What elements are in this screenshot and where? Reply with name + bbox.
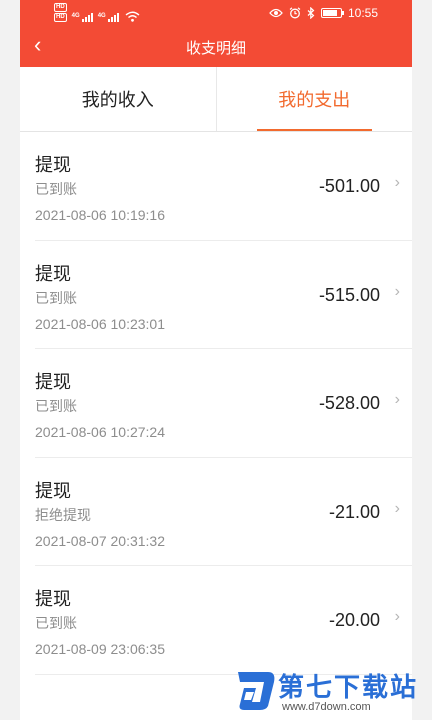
- transaction-status: 已到账: [35, 398, 77, 414]
- hd-badge: HD: [54, 13, 67, 22]
- transaction-row[interactable]: 提现 已到账 2021-08-06 10:23:01 -515.00 ›: [35, 241, 412, 349]
- battery-level: [322, 10, 337, 16]
- transaction-title: 提现: [35, 372, 71, 392]
- chevron-right-icon: ›: [394, 391, 400, 408]
- cell-signal-icon: 4G: [98, 13, 119, 22]
- transaction-amount: -20.00: [328, 610, 380, 630]
- watermark: 第七下载站 www.d7down.com: [234, 666, 424, 716]
- transaction-amount: -501.00: [318, 176, 380, 196]
- tab-expense[interactable]: 我的支出: [215, 67, 413, 131]
- alarm-icon: [289, 7, 301, 19]
- signal-indicators: HD HD 4G 4G: [54, 3, 140, 22]
- watermark-site-name: 第七下载站: [278, 672, 419, 702]
- hd-badges: HD HD: [54, 3, 67, 22]
- transaction-row[interactable]: 提现 已到账 2021-08-06 10:19:16 -501.00 ›: [35, 132, 412, 241]
- transaction-list: 提现 已到账 2021-08-06 10:19:16 -501.00 › 提现 …: [20, 132, 412, 675]
- app-screen: HD HD 4G 4G 10:55 ‹ 收支明细 我的收入 我的支出 提现 已到…: [20, 0, 412, 720]
- transaction-amount: -21.00: [328, 501, 380, 522]
- wifi-icon: [125, 11, 140, 22]
- cell-signal-icon: 4G: [72, 13, 93, 22]
- transaction-amount: -515.00: [318, 284, 380, 305]
- transaction-status: 已到账: [35, 615, 77, 631]
- transaction-row[interactable]: 提现 已到账 2021-08-09 23:06:35 -20.00 ›: [35, 566, 412, 675]
- chevron-right-icon: ›: [394, 174, 400, 191]
- network-type-label: 4G: [97, 13, 106, 19]
- bluetooth-icon: [307, 7, 315, 19]
- tab-bar: 我的收入 我的支出: [20, 67, 412, 132]
- transaction-amount: -528.00: [318, 393, 380, 413]
- transaction-status: 已到账: [35, 181, 77, 197]
- status-bar: HD HD 4G 4G 10:55: [20, 0, 412, 26]
- transaction-time: 2021-08-07 20:31:32: [35, 532, 165, 549]
- transaction-status: 已到账: [35, 289, 77, 306]
- clock: 10:55: [347, 6, 378, 20]
- app-header: HD HD 4G 4G 10:55 ‹ 收支明细: [20, 0, 412, 67]
- transaction-time: 2021-08-09 23:06:35: [35, 641, 165, 657]
- watermark-logo-icon: [238, 672, 275, 710]
- transaction-status: 拒绝提现: [35, 506, 91, 523]
- transaction-row[interactable]: 提现 已到账 2021-08-06 10:27:24 -528.00 ›: [35, 349, 412, 458]
- tab-income[interactable]: 我的收入: [20, 67, 216, 131]
- transaction-title: 提现: [35, 480, 71, 501]
- transaction-time: 2021-08-06 10:19:16: [35, 207, 165, 223]
- page-title: 收支明细: [185, 40, 246, 57]
- nav-bar: ‹ 收支明细: [20, 26, 412, 67]
- chevron-right-icon: ›: [394, 499, 400, 517]
- watermark-url: www.d7down.com: [282, 701, 371, 713]
- eye-icon: [269, 8, 283, 18]
- battery-icon: [320, 8, 344, 18]
- chevron-right-icon: ›: [394, 608, 400, 625]
- network-type-label: 4G: [71, 13, 80, 19]
- transaction-title: 提现: [35, 589, 71, 609]
- hd-badge: HD: [54, 3, 67, 12]
- chevron-right-icon: ›: [394, 282, 400, 300]
- transaction-title: 提现: [35, 155, 71, 175]
- system-indicators: 10:55: [269, 6, 378, 20]
- transaction-time: 2021-08-06 10:27:24: [35, 424, 165, 440]
- transaction-row[interactable]: 提现 拒绝提现 2021-08-07 20:31:32 -21.00 ›: [35, 458, 412, 566]
- transaction-time: 2021-08-06 10:23:01: [35, 315, 165, 332]
- transaction-title: 提现: [35, 263, 71, 284]
